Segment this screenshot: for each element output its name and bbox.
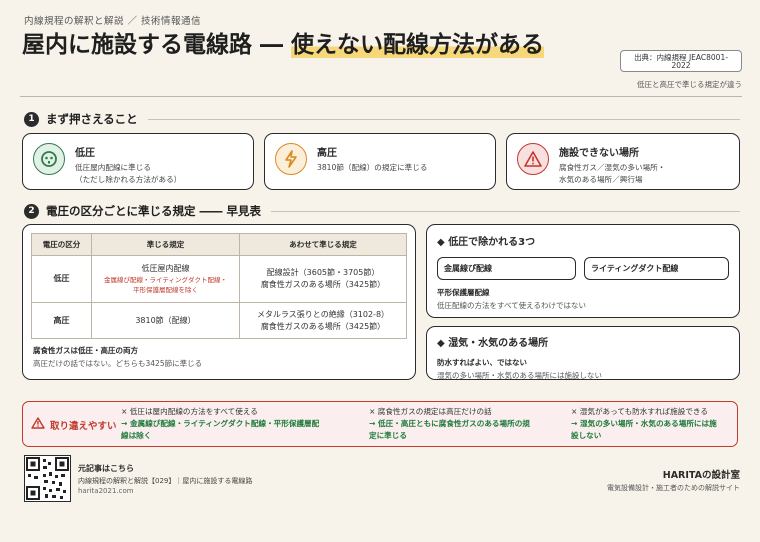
header-divider	[20, 96, 742, 97]
excluded-item: 金属線ぴ配線	[437, 257, 577, 280]
source-box: 出典：内線規程 JEAC8001-2022	[620, 50, 742, 72]
warning-wrong: × 腐食性ガスの規定は高圧だけの話	[369, 407, 492, 416]
card-title: 高圧	[317, 148, 337, 159]
table-row: 高圧 3810節（配線） メタルラス張りとの絶縁（3102-8） 腐食性ガスのあ…	[31, 302, 407, 339]
rule-note-line2: 平形保護層配線を除く	[133, 286, 198, 294]
card-high-voltage: 高圧 3810節（配線）の規定に準じる	[264, 133, 496, 190]
warning-right-line2: 設しない	[571, 431, 602, 440]
warning-label: 取り違えやすい	[50, 420, 117, 432]
warning-right-line2: 線は除く	[121, 431, 152, 440]
row-kind: 低圧	[31, 255, 92, 303]
excluded-item3-title: 平形保護層配線	[437, 288, 490, 297]
rule-note-line1: 金属線ぴ配線・ライティングダクト配線・	[104, 276, 227, 284]
also-line2: 腐食性ガスのある場所（3425節）	[260, 321, 386, 331]
eyebrow: 内線規程の解釈と解説 ／ 技術情報通信	[24, 16, 202, 27]
brand-name: HARITAの設計室	[662, 470, 740, 481]
quick-table: 電圧の区分 準じる規定 あわせて準じる規定 低圧 低圧屋内配線 金属線ぴ配線・ラ…	[31, 233, 407, 339]
table-note: 腐食性ガスは低圧・高圧の両方 高圧だけの話ではない。どちらも3425節に準じる	[31, 345, 407, 369]
warning-bar: 取り違えやすい × 低圧は屋内配線の方法をすべて使える → 金属線ぴ配線・ライテ…	[22, 401, 738, 447]
warning-right-line1: → 金属線ぴ配線・ライティングダクト配線・平形保護層配	[121, 419, 320, 428]
warning-right-line1: → 湿気の多い場所・水気のある場所には施	[571, 419, 717, 428]
footer-url[interactable]: harita2021.com	[78, 487, 134, 495]
qr-code-icon[interactable]	[24, 455, 71, 502]
warning-right-line1: → 低圧・高圧ともに腐食性ガスのある場所の規	[369, 419, 530, 428]
table-row: 低圧 低圧屋内配線 金属線ぴ配線・ライティングダクト配線・ 平形保護層配線を除く…	[31, 255, 407, 303]
brand-tagline: 電気設備設計・施工者のための解説サイト	[607, 484, 740, 492]
plug-icon	[33, 143, 65, 175]
table-note-text: 高圧だけの話ではない。どちらも3425節に準じる	[33, 359, 203, 368]
diamond-icon: ◆	[437, 338, 445, 349]
excluded-title: 低圧で除かれる3つ	[448, 237, 536, 248]
section2-heading: 2 電圧の区分ごとに準じる規定 ―― 早見表	[24, 203, 740, 219]
card-low-voltage: 低圧 低圧屋内配線に準じる （ただし除かれる方法がある）	[22, 133, 254, 190]
page-title: 屋内に施設する電線路 ― 使えない配線方法がある	[22, 30, 607, 61]
card-text-line1: 腐食性ガス／湿気の多い場所・	[559, 163, 666, 172]
warning-wrong: × 湿気があっても防水すれば施設できる	[571, 407, 708, 416]
wet-panel: ◆ 湿気・水気のある場所 防水すればよい、ではない 湿気の多い場所・水気のある場…	[426, 326, 740, 380]
also-line1: 配線設計（3605節・3705節）	[266, 268, 380, 277]
section1-title: まず押さえること	[46, 112, 138, 126]
excluded-item3-text: 低圧配線の方法をすべて使えるわけではない	[437, 301, 586, 310]
table-header: 電圧の区分	[31, 233, 92, 256]
wet-sub: 防水すればよい、ではない	[437, 358, 527, 367]
wet-title-row: ◆ 湿気・水気のある場所	[437, 334, 729, 349]
card-title: 低圧	[75, 148, 95, 159]
warning-icon	[517, 143, 549, 175]
lightning-icon	[275, 143, 307, 175]
warning-icon	[31, 417, 45, 432]
section2-number: 2	[24, 203, 39, 219]
table-note-title: 腐食性ガスは低圧・高圧の両方	[33, 346, 138, 355]
card-text-line1: 3810節（配線）の規定に準じる	[317, 163, 428, 172]
excluded-panel: ◆ 低圧で除かれる3つ 金属線ぴ配線 ライティングダクト配線 平形保護層配線 低…	[426, 224, 740, 318]
card-text-line2: （ただし除かれる方法がある）	[75, 175, 182, 184]
section1-line	[147, 118, 740, 120]
rule-main: 3810節（配線）	[135, 315, 196, 325]
card-text-line2: 水気のある場所／興行場	[559, 175, 643, 184]
wet-text: 湿気の多い場所・水気のある場所には施設しない	[437, 371, 602, 380]
warning-item: × 低圧は屋内配線の方法をすべて使える → 金属線ぴ配線・ライティングダクト配線…	[121, 406, 361, 442]
page-title-part1: 屋内に施設する電線路 ―	[22, 32, 292, 58]
warning-item: × 腐食性ガスの規定は高圧だけの話 → 低圧・高圧ともに腐食性ガスのある場所の規…	[369, 406, 565, 442]
card-text-line1: 低圧屋内配線に準じる	[75, 163, 151, 172]
source-note: 低圧と高圧で準じる規定が違う	[637, 80, 742, 89]
section1-heading: 1 まず押さえること	[24, 111, 740, 127]
rule-main: 低圧屋内配線	[141, 264, 190, 273]
row-rule: 3810節（配線）	[91, 302, 240, 339]
quick-table-panel: 電圧の区分 準じる規定 あわせて準じる規定 低圧 低圧屋内配線 金属線ぴ配線・ラ…	[22, 224, 416, 380]
row-also: 配線設計（3605節・3705節） 腐食性ガスのある場所（3425節）	[239, 255, 407, 303]
wet-title: 湿気・水気のある場所	[448, 338, 549, 349]
card-title: 施設できない場所	[559, 148, 639, 159]
also-line2: 腐食性ガスのある場所（3425節）	[260, 280, 386, 289]
page-title-highlight: 使えない配線方法がある	[291, 32, 545, 58]
table-header: あわせて準じる規定	[239, 233, 407, 256]
section2-title: 電圧の区分ごとに準じる規定 ―― 早見表	[46, 204, 262, 218]
row-also: メタルラス張りとの絶縁（3102-8） 腐食性ガスのある場所（3425節）	[239, 302, 407, 339]
section2-line	[271, 210, 740, 212]
warning-item: × 湿気があっても防水すれば施設できる → 湿気の多い場所・水気のある場所には施…	[571, 406, 735, 442]
footer-article-link[interactable]: 内線規程の解釈と解説【029】｜屋内に施設する電線路	[78, 476, 252, 486]
card-prohibited-places: 施設できない場所 腐食性ガス／湿気の多い場所・ 水気のある場所／興行場	[506, 133, 740, 190]
also-line1: メタルラス張りとの絶縁（3102-8）	[256, 309, 390, 319]
footer-original: 元記事はこちら	[78, 464, 134, 473]
warning-label-row: 取り違えやすい	[31, 417, 117, 432]
excluded-item: ライティングダクト配線	[584, 257, 729, 280]
row-rule: 低圧屋内配線 金属線ぴ配線・ライティングダクト配線・ 平形保護層配線を除く	[91, 255, 240, 303]
row-kind: 高圧	[31, 302, 92, 339]
table-header: 準じる規定	[91, 233, 240, 256]
section1-number: 1	[24, 111, 39, 127]
warning-right-line2: 定に準じる	[369, 431, 407, 440]
diamond-icon: ◆	[437, 237, 445, 248]
warning-wrong: × 低圧は屋内配線の方法をすべて使える	[121, 407, 258, 416]
excluded-title-row: ◆ 低圧で除かれる3つ	[437, 233, 729, 248]
excluded-items: 金属線ぴ配線 ライティングダクト配線	[437, 257, 729, 280]
